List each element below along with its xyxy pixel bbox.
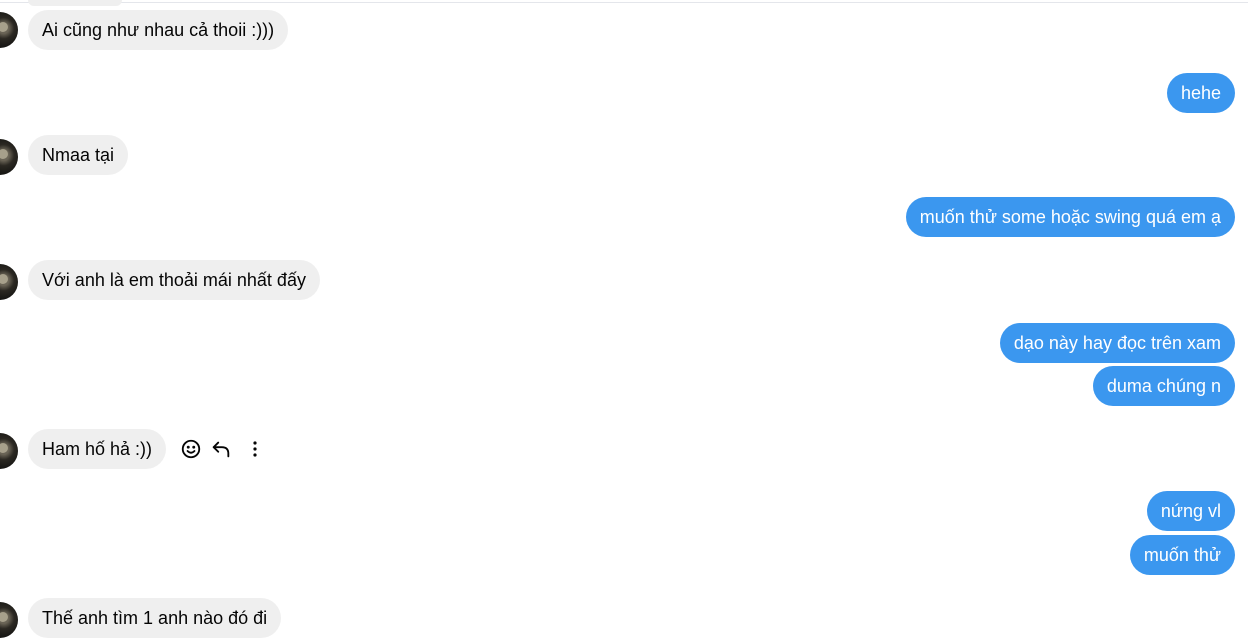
contact-avatar[interactable] bbox=[0, 602, 18, 638]
incoming-message[interactable]: Với anh là em thoải mái nhất đấy bbox=[28, 260, 320, 300]
outgoing-message[interactable]: muốn thử some hoặc swing quá em ạ bbox=[905, 197, 1235, 237]
contact-avatar[interactable] bbox=[0, 264, 18, 300]
outgoing-message[interactable]: hehe bbox=[1166, 73, 1235, 113]
outgoing-message[interactable]: muốn thử bbox=[1129, 535, 1235, 575]
contact-avatar[interactable] bbox=[0, 433, 18, 469]
reply-arrow-icon[interactable] bbox=[208, 436, 234, 462]
outgoing-message[interactable]: dạo này hay đọc trên xam bbox=[999, 323, 1235, 363]
previous-message-edge bbox=[28, 0, 122, 6]
top-divider bbox=[0, 2, 1248, 3]
outgoing-message[interactable]: duma chúng n bbox=[1092, 366, 1235, 406]
incoming-message[interactable]: Thế anh tìm 1 anh nào đó đi bbox=[28, 598, 282, 638]
smile-icon[interactable] bbox=[178, 436, 204, 462]
contact-avatar[interactable] bbox=[0, 12, 18, 48]
outgoing-message[interactable]: nứng vl bbox=[1146, 491, 1235, 531]
incoming-message[interactable]: Ham hố hả :)) bbox=[28, 429, 167, 469]
message-actions bbox=[178, 435, 272, 463]
incoming-message[interactable]: Ai cũng như nhau cả thoii :))) bbox=[28, 10, 289, 50]
vertical-dots-icon[interactable] bbox=[242, 436, 268, 462]
incoming-message[interactable]: Nmaa tại bbox=[28, 135, 129, 175]
contact-avatar[interactable] bbox=[0, 139, 18, 175]
